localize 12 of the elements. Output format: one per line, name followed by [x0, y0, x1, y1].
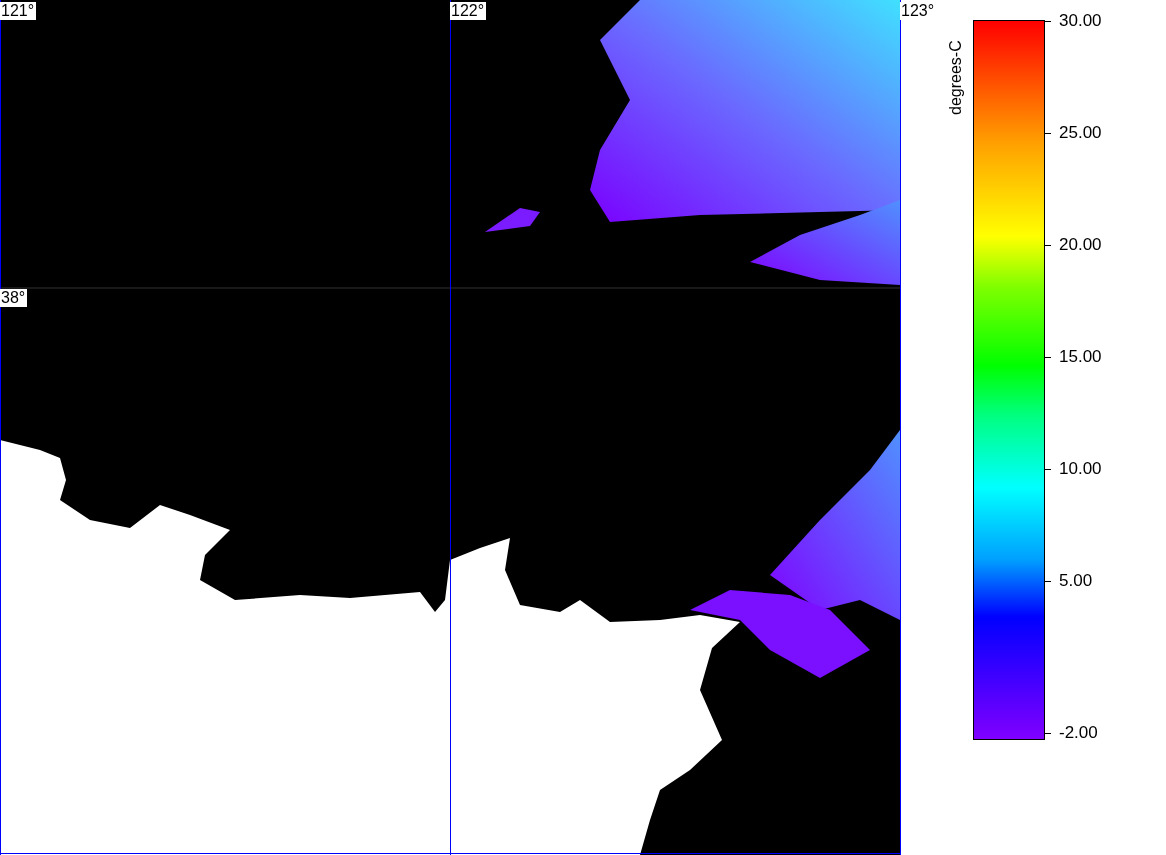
longitude-label: 121° [0, 2, 37, 20]
longitude-label: 122° [450, 2, 487, 20]
scale-label: 30.00 [1059, 11, 1102, 31]
colorbar-label: degrees-C [947, 40, 965, 115]
scale-label: 20.00 [1059, 235, 1102, 255]
scale-label: 10.00 [1059, 459, 1102, 479]
longitude-label: 123° [900, 2, 937, 20]
latitude-label: 38° [0, 289, 28, 307]
scale-label: 5.00 [1059, 571, 1093, 591]
scale-label: -2.00 [1059, 723, 1098, 743]
scale-label: 15.00 [1059, 347, 1102, 367]
scale-label: 25.00 [1059, 123, 1102, 143]
